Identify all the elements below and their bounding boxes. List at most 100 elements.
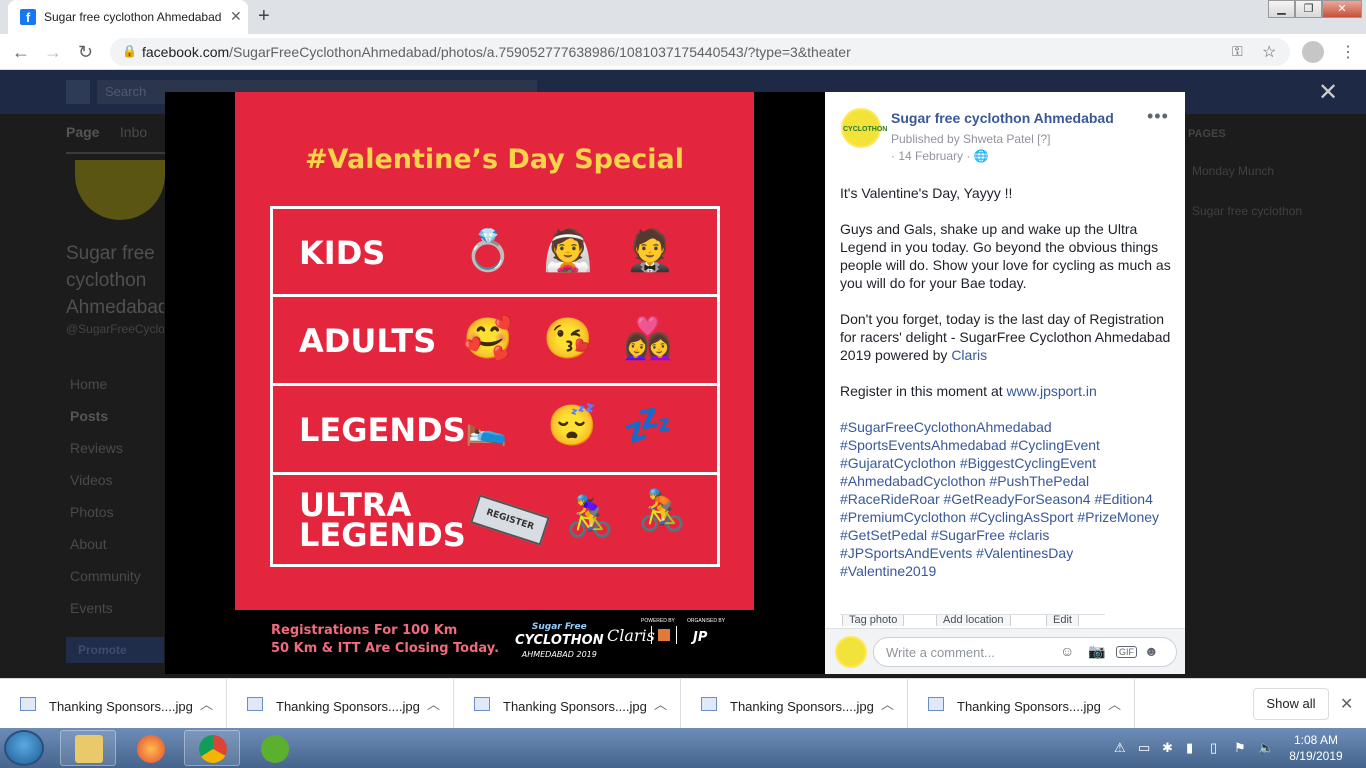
taskbar-chrome[interactable]	[184, 730, 240, 766]
comment-bar: Write a comment... ☺ 📷 GIF ☻	[825, 628, 1185, 674]
taskbar-firefox[interactable]	[122, 730, 178, 766]
nav-videos: Videos	[70, 472, 113, 488]
download-item[interactable]: Thanking Sponsors....jpg ︿	[908, 679, 1135, 729]
hashtag-line[interactable]: #SportsEventsAhmedabad #CyclingEvent	[840, 436, 1172, 454]
comment-input[interactable]: Write a comment... ☺ 📷 GIF ☻	[873, 637, 1177, 667]
url-bar[interactable]: 🔒 facebook.com/SugarFreeCyclothonAhmedab…	[110, 38, 1290, 66]
ring-emoji-icon: 💍	[463, 229, 513, 273]
hashtag-line[interactable]: #AhmedabadCyclothon #PushThePedal	[840, 472, 1172, 490]
new-tab-button[interactable]: +	[258, 5, 270, 28]
row-label: LEGENDS	[299, 411, 466, 449]
claris-logo: Claris	[607, 626, 655, 645]
comment-placeholder: Write a comment...	[886, 645, 995, 660]
profile-avatar-icon[interactable]	[1302, 41, 1324, 63]
edit-button[interactable]: Edit	[1046, 615, 1079, 626]
chevron-up-icon[interactable]: ︿	[200, 694, 213, 713]
sticker-icon[interactable]: ☻	[1144, 643, 1159, 659]
windows-taskbar: ⚠ ▭ ✱ ▮ ▯ ⚑ 🔈 1:08 AM 8/19/2019	[0, 728, 1366, 768]
close-downloads-icon[interactable]: ✕	[1340, 694, 1353, 714]
hashtag-line[interactable]: #GetSetPedal #SugarFree #claris	[840, 526, 1172, 544]
promote-button-dimmed: Promote	[66, 637, 164, 663]
nav-community: Community	[70, 568, 141, 584]
maximize-button[interactable]: ❐	[1295, 0, 1322, 18]
chevron-up-icon[interactable]: ︿	[1108, 694, 1121, 713]
jpsport-link[interactable]: www.jpsport.in	[1007, 383, 1097, 399]
taskbar-explorer[interactable]	[60, 730, 116, 766]
post-side-panel: CYCLOTHON Sugar free cyclothon Ahmedabad…	[825, 92, 1185, 674]
bluetooth-tray-icon[interactable]: ✱	[1162, 740, 1173, 756]
cyclist-emoji-icon: 🚴	[637, 489, 687, 533]
poster-row-adults: ADULTS 🥰 😘 👩‍❤️‍👩	[270, 297, 720, 386]
taskbar-clock[interactable]: 1:08 AM 8/19/2019	[1286, 732, 1346, 764]
download-item[interactable]: Thanking Sponsors....jpg ︿	[0, 679, 227, 729]
valentine-poster[interactable]: #Valentine’s Day Special KIDS 💍 👰 🤵 ADUL…	[235, 92, 754, 610]
hashtags: #SugarFreeCyclothonAhmedabad #SportsEven…	[840, 418, 1172, 580]
add-location-button[interactable]: Add location	[936, 615, 1011, 626]
row-label: ADULTS	[299, 322, 437, 360]
browser-tab[interactable]: f Sugar free cyclothon Ahmedabad ✕	[8, 0, 248, 34]
couple-emoji-icon: 👩‍❤️‍👩	[623, 317, 673, 361]
post-date[interactable]: · 14 February · 🌐	[891, 149, 989, 163]
clock-date: 8/19/2019	[1289, 749, 1343, 763]
registration-note: Registrations For 100 Km 50 Km & ITT Are…	[271, 622, 499, 658]
nav-photos: Photos	[70, 504, 114, 520]
chevron-up-icon[interactable]: ︿	[654, 694, 667, 713]
facebook-favicon-icon: f	[20, 9, 36, 25]
poster-footer: Registrations For 100 Km 50 Km & ITT Are…	[235, 610, 754, 674]
more-options-icon[interactable]: •••	[1147, 106, 1169, 127]
network-tray-icon[interactable]: ⚠	[1114, 740, 1126, 756]
url-path: /SugarFreeCyclothonAhmedabad/photos/a.75…	[229, 44, 851, 60]
nav-events: Events	[70, 600, 113, 616]
row-label: LEGENDS	[299, 516, 466, 554]
hashtag-line[interactable]: #Valentine2019	[840, 562, 1172, 580]
battery-tray-icon[interactable]: ▯	[1210, 740, 1217, 756]
start-button[interactable]	[4, 730, 44, 766]
hashtag-line[interactable]: #PremiumCyclothon #CyclingAsSport #Prize…	[840, 508, 1172, 526]
chevron-up-icon[interactable]: ︿	[427, 694, 440, 713]
close-window-button[interactable]: ✕	[1322, 0, 1362, 18]
page-tabs-dimmed: Page Inbo	[66, 124, 166, 154]
download-item[interactable]: Thanking Sponsors....jpg ︿	[454, 679, 681, 729]
right-item-dimmed: Monday Munch	[1192, 164, 1275, 178]
volume-tray-icon[interactable]: 🔈	[1258, 740, 1274, 756]
download-filename: Thanking Sponsors....jpg	[730, 699, 874, 714]
poster-row-legends: LEGENDS 🛌 😴 💤	[270, 386, 720, 475]
tab-title: Sugar free cyclothon Ahmedabad	[44, 10, 222, 24]
download-filename: Thanking Sponsors....jpg	[503, 699, 647, 714]
tab-strip: f Sugar free cyclothon Ahmedabad ✕ + ▁ ❐…	[0, 0, 1366, 34]
reload-icon[interactable]: ↻	[78, 42, 93, 63]
emoji-icon[interactable]: ☺	[1060, 643, 1074, 659]
minimize-button[interactable]: ▁	[1268, 0, 1295, 18]
camera-icon[interactable]: 📷	[1088, 643, 1105, 660]
flag-tray-icon[interactable]: ⚑	[1234, 740, 1246, 756]
image-file-icon	[20, 697, 36, 711]
tag-photo-button[interactable]: Tag photo	[842, 615, 905, 626]
chevron-up-icon[interactable]: ︿	[881, 694, 894, 713]
taskbar-utorrent[interactable]	[246, 730, 302, 766]
signal-tray-icon[interactable]: ▮	[1186, 740, 1193, 756]
download-filename: Thanking Sponsors....jpg	[276, 699, 420, 714]
bed-emoji-icon: 🛌	[465, 409, 508, 447]
page-avatar[interactable]: CYCLOTHON	[841, 108, 887, 148]
firefox-icon	[137, 735, 165, 763]
download-item[interactable]: Thanking Sponsors....jpg ︿	[227, 679, 454, 729]
claris-link[interactable]: Claris	[951, 347, 987, 363]
hashtag-line[interactable]: #GujaratCyclothon #BiggestCyclingEvent	[840, 454, 1172, 472]
hashtag-line[interactable]: #RaceRideRoar #GetReadyForSeason4 #Editi…	[840, 490, 1172, 508]
left-nav-dimmed: Home Posts Reviews Videos Photos About C…	[70, 376, 164, 632]
back-arrow-icon[interactable]: ←	[12, 42, 30, 63]
hashtag-line[interactable]: #SugarFreeCyclothonAhmedabad	[840, 418, 1172, 436]
bookmark-star-icon[interactable]: ☆	[1262, 42, 1276, 62]
gif-icon[interactable]: GIF	[1116, 646, 1137, 658]
menu-kebab-icon[interactable]: ⋮	[1340, 42, 1356, 62]
page-name-link[interactable]: Sugar free cyclothon Ahmedabad	[891, 110, 1114, 126]
close-theater-icon[interactable]: ✕	[1318, 78, 1338, 107]
tab-close-icon[interactable]: ✕	[230, 8, 242, 25]
key-icon[interactable]: ⚿	[1232, 43, 1243, 60]
show-all-button[interactable]: Show all	[1253, 688, 1329, 720]
monitor-tray-icon[interactable]: ▭	[1138, 740, 1150, 756]
image-file-icon	[701, 697, 717, 711]
forward-arrow-icon[interactable]: →	[44, 42, 62, 63]
download-item[interactable]: Thanking Sponsors....jpg ︿	[681, 679, 908, 729]
hashtag-line[interactable]: #JPSportsAndEvents #ValentinesDay	[840, 544, 1172, 562]
